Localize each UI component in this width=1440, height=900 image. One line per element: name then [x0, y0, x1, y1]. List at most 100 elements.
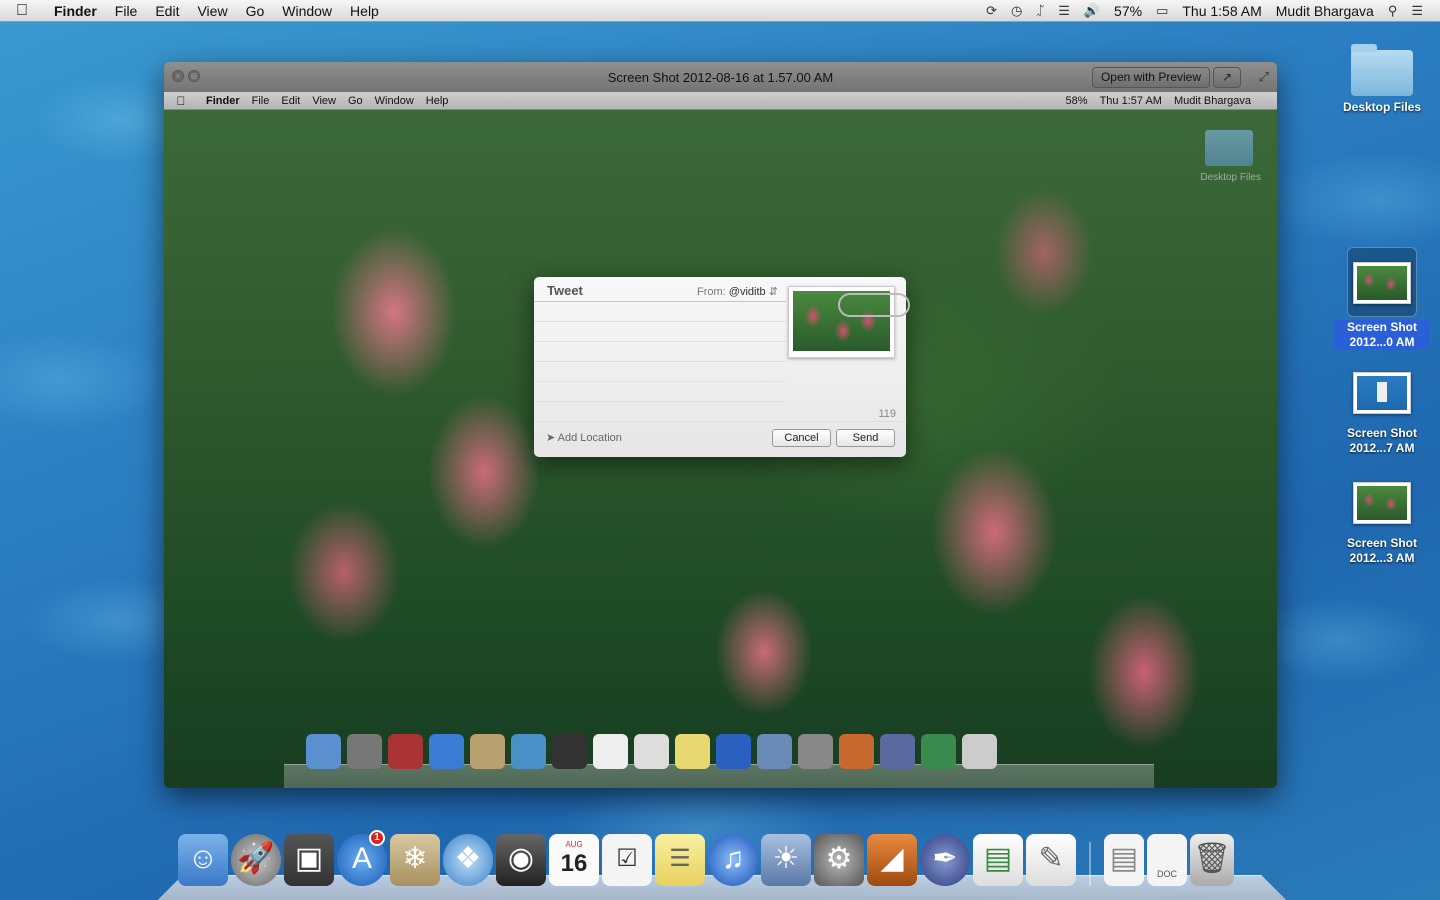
volume-icon[interactable]: 🔊: [1077, 3, 1107, 19]
menu-file[interactable]: File: [106, 3, 147, 19]
inner-iphoto-icon: [757, 734, 792, 769]
document-icon[interactable]: ▤: [1104, 834, 1144, 886]
screenshot-preview:  Finder File Edit View Go Window Help 5…: [164, 92, 1277, 788]
desktop-item-label: Screen Shot 2012...0 AM: [1334, 320, 1430, 350]
tweet-rule: [534, 401, 786, 402]
inner-finder-icon: [306, 734, 341, 769]
paperclip-icon: [838, 293, 910, 317]
itunes-icon[interactable]: ♫: [708, 834, 758, 886]
desktop-screenshot-2[interactable]: Screen Shot 2012...7 AM: [1334, 372, 1430, 456]
dock: ☺ 🚀 ▣ A1 ❄ ❖ ◉ AUG 16 ☑ ☰ ♫ ☀ ⚙ ◢ ✒ ▤ ✎ …: [178, 830, 1234, 886]
menu-help[interactable]: Help: [341, 3, 388, 19]
trash-icon[interactable]: 🗑: [1190, 834, 1234, 886]
notes-icon[interactable]: ☰: [655, 834, 705, 886]
clock[interactable]: Thu 1:58 AM: [1175, 3, 1268, 19]
inner-folder-icon: [1205, 130, 1253, 166]
share-icon[interactable]: ↗: [1213, 67, 1241, 88]
safari-icon[interactable]: ❖: [443, 834, 493, 886]
quicklook-window: × ⊕ Screen Shot 2012-08-16 at 1.57.00 AM…: [164, 62, 1277, 788]
menu-view[interactable]: View: [188, 3, 236, 19]
tweet-from-label: From:: [697, 286, 726, 298]
spotlight-search-icon[interactable]: ⚲: [1381, 3, 1405, 19]
user-name[interactable]: Mudit Bhargava: [1269, 3, 1381, 19]
pages-icon[interactable]: ✒: [920, 834, 970, 886]
inner-numbers-icon: [921, 734, 956, 769]
inner-menu-go: Go: [347, 94, 363, 107]
tweet-from[interactable]: From: @viditb ⇵: [697, 285, 778, 298]
inner-itunes-icon: [716, 734, 751, 769]
inner-keynote-icon: [839, 734, 874, 769]
desktop-folder-desktop-files[interactable]: Desktop Files: [1332, 44, 1432, 115]
iphoto-icon[interactable]: ☀: [761, 834, 811, 886]
add-location-label: Add Location: [557, 432, 622, 444]
inner-menu-edit: Edit: [281, 94, 301, 107]
textedit-icon[interactable]: ✎: [1026, 834, 1076, 886]
system-preferences-icon[interactable]: ⚙: [814, 834, 864, 886]
battery-percent[interactable]: 57%: [1107, 3, 1149, 19]
app-store-icon[interactable]: A1: [337, 830, 387, 886]
inner-facetime-icon: [552, 734, 587, 769]
add-location-button[interactable]: ➤ Add Location: [546, 431, 622, 444]
tweet-rule: [534, 361, 786, 362]
label-line-1: Screen Shot: [1346, 536, 1418, 550]
desktop-screenshot-1[interactable]: Screen Shot 2012...0 AM: [1334, 247, 1430, 350]
desktop-item-label: Screen Shot 2012...3 AM: [1334, 536, 1430, 566]
inner-launchpad-icon: [347, 734, 382, 769]
inner-folder-label: Desktop Files: [1200, 172, 1261, 183]
inner-calendar-icon: [593, 734, 628, 769]
tweet-text-area[interactable]: [534, 302, 786, 420]
tweet-rule: [534, 321, 786, 322]
menu-app-name[interactable]: Finder: [44, 3, 106, 19]
doc-file-icon[interactable]: DOC: [1147, 834, 1187, 886]
photo-booth-icon[interactable]: ▣: [284, 834, 334, 886]
apple-menu-icon[interactable]: : [0, 2, 44, 20]
inner-pages-icon: [880, 734, 915, 769]
dock-separator: [1089, 842, 1091, 886]
desktop-screenshot-3[interactable]: Screen Shot 2012...3 AM: [1334, 482, 1430, 566]
numbers-icon[interactable]: ▤: [973, 834, 1023, 886]
inner-app-store-icon: [429, 734, 464, 769]
expand-icon[interactable]: ⤢: [1259, 69, 1269, 85]
label-line-2: 2012...0 AM: [1349, 335, 1415, 349]
inner-status-area: 58% Thu 1:57 AM Mudit Bhargava: [1060, 95, 1277, 107]
inner-menu-bar:  Finder File Edit View Go Window Help 5…: [164, 92, 1277, 110]
menu-window[interactable]: Window: [273, 3, 341, 19]
tweet-sheet: Tweet From: @viditb ⇵ 119 ➤ Add Location…: [534, 277, 910, 457]
desktop-item-label: Screen Shot 2012...7 AM: [1334, 426, 1430, 456]
folder-icon: [1351, 44, 1413, 96]
battery-icon[interactable]: ▭: [1149, 3, 1175, 19]
chevron-updown-icon[interactable]: ⇵: [769, 286, 778, 298]
menu-go[interactable]: Go: [237, 3, 274, 19]
inner-user-name: Mudit Bhargava: [1173, 94, 1251, 107]
calendar-icon[interactable]: AUG 16: [549, 834, 599, 886]
calendar-day: 16: [560, 850, 588, 877]
inner-preview-icon: [470, 734, 505, 769]
send-button[interactable]: Send: [836, 429, 895, 447]
app-store-badge: 1: [369, 830, 385, 846]
menu-edit[interactable]: Edit: [146, 3, 188, 19]
inner-menu-file: File: [251, 94, 270, 107]
sync-icon[interactable]: ⟳: [979, 3, 1004, 19]
preview-icon[interactable]: ❄: [390, 834, 440, 886]
reminders-icon[interactable]: ☑: [602, 834, 652, 886]
selection-frame: [1347, 247, 1417, 317]
open-with-preview-button[interactable]: Open with Preview: [1091, 67, 1210, 88]
tweet-from-account-select[interactable]: @viditb: [729, 286, 766, 298]
bluetooth-icon[interactable]: ᛢ: [1029, 3, 1051, 18]
quicklook-titlebar[interactable]: × ⊕ Screen Shot 2012-08-16 at 1.57.00 AM…: [164, 62, 1277, 92]
facetime-icon[interactable]: ◉: [496, 834, 546, 886]
inner-reminders-icon: [634, 734, 669, 769]
finder-icon[interactable]: ☺: [178, 834, 228, 886]
wifi-icon[interactable]: ☰: [1051, 3, 1077, 19]
label-line-1: Screen Shot: [1346, 426, 1418, 440]
inner-apple-icon: : [164, 94, 198, 108]
cancel-button[interactable]: Cancel: [772, 429, 831, 447]
keynote-icon[interactable]: ◢: [867, 834, 917, 886]
label-line-2: 2012...3 AM: [1349, 551, 1415, 565]
location-arrow-icon: ➤: [546, 432, 556, 444]
launchpad-icon[interactable]: 🚀: [231, 834, 281, 886]
notification-center-icon[interactable]: ☰: [1404, 3, 1430, 19]
time-machine-icon[interactable]: ◷: [1004, 3, 1029, 19]
inner-textedit-icon: [962, 734, 997, 769]
tweet-char-count: 119: [878, 408, 896, 420]
